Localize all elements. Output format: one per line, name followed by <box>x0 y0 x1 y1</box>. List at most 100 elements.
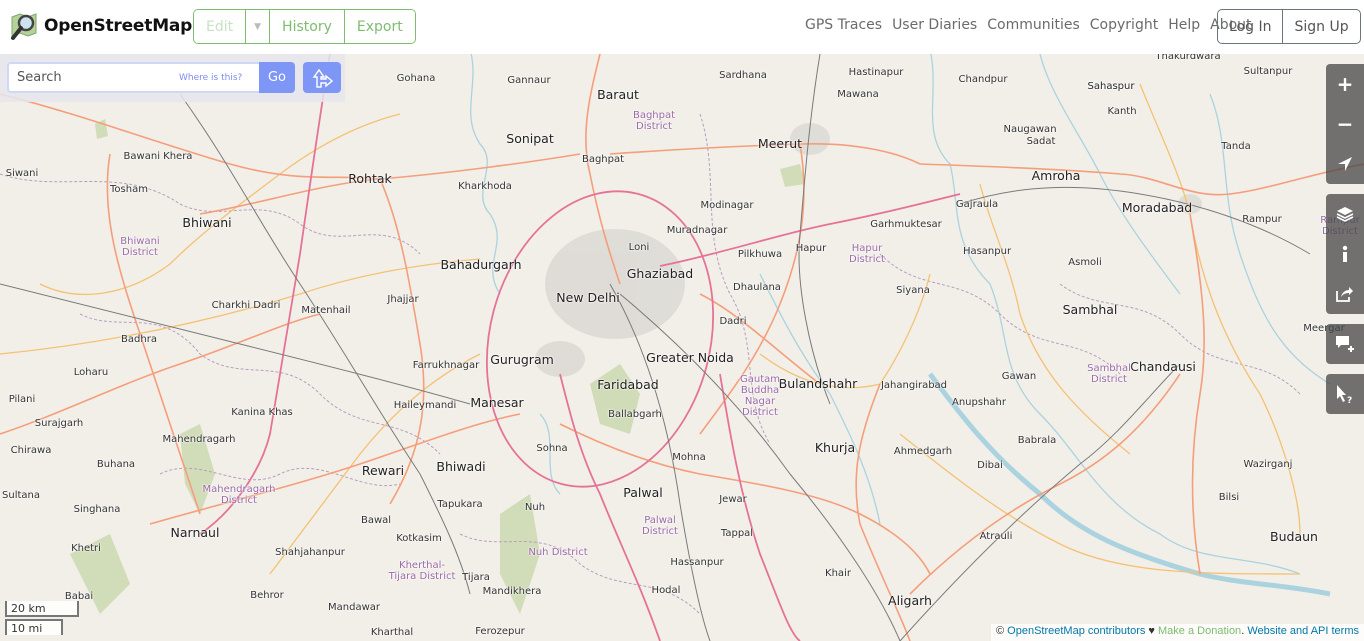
place-label-loni: Loni <box>628 242 650 253</box>
edit-button[interactable]: Edit <box>194 10 246 43</box>
nav-communities[interactable]: Communities <box>987 17 1080 33</box>
place-label-garhmuktesar: Garhmuktesar <box>870 219 942 230</box>
place-label-chirawa: Chirawa <box>10 445 52 456</box>
place-label-kharkhoda: Kharkhoda <box>458 181 512 192</box>
place-label-wazirganj: Wazirganj <box>1243 459 1293 470</box>
share-icon <box>1336 287 1353 302</box>
auth-buttons: Log In Sign Up <box>1217 9 1361 44</box>
place-label-mohna: Mohna <box>672 452 706 463</box>
place-label-siwani: Siwani <box>5 168 39 179</box>
zoom-in-button[interactable]: + <box>1326 64 1364 104</box>
place-label-narnaul: Narnaul <box>170 525 220 540</box>
brand-name: OpenStreetMap <box>44 16 193 36</box>
history-button[interactable]: History <box>269 10 344 43</box>
place-label-bawani-khera: Bawani Khera <box>123 151 193 162</box>
osm-magnifier-icon <box>10 11 38 41</box>
place-label-ahmedgarh: Ahmedgarh <box>893 446 953 457</box>
place-label-khair: Khair <box>825 568 851 579</box>
place-label-gautam-buddha-nagar-district: Gautam Buddha Nagar District <box>739 374 781 418</box>
place-label-greater-noida: Greater Noida <box>646 350 734 365</box>
place-label-singhana: Singhana <box>73 504 121 515</box>
place-label-sadat: Sadat <box>1026 136 1056 147</box>
query-features-button[interactable]: ? <box>1326 374 1364 414</box>
secondary-roads <box>0 54 1364 641</box>
directions-icon <box>312 68 333 88</box>
go-button[interactable]: Go <box>259 62 295 93</box>
locate-button[interactable] <box>1326 144 1364 184</box>
attribution: © OpenStreetMap contributors ♥ Make a Do… <box>991 624 1364 641</box>
nav-gps-traces[interactable]: GPS Traces <box>805 17 882 33</box>
place-label-moradabad: Moradabad <box>1121 200 1193 215</box>
place-label-chandpur: Chandpur <box>958 74 1008 85</box>
railways <box>0 54 1311 641</box>
plus-icon: + <box>1336 72 1354 96</box>
place-label-aligarh: Aligarh <box>888 593 932 608</box>
place-label-tosham: Tosham <box>110 184 148 195</box>
where-is-this-link[interactable]: Where is this? <box>179 73 242 83</box>
place-label-gohana: Gohana <box>396 73 436 84</box>
place-label-sahaspur: Sahaspur <box>1087 81 1135 92</box>
place-label-gannaur: Gannaur <box>507 75 551 86</box>
place-label-hastinapur: Hastinapur <box>848 67 904 78</box>
place-label-jhajjar: Jhajjar <box>387 294 419 305</box>
place-label-badhra: Badhra <box>121 334 157 345</box>
place-label-tanda: Tanda <box>1221 141 1251 152</box>
place-label-sultana: Sultana <box>2 490 40 501</box>
layers-button[interactable] <box>1326 194 1364 234</box>
edit-dropdown-button[interactable]: ▼ <box>245 10 270 43</box>
place-label-hassanpur: Hassanpur <box>670 557 724 568</box>
place-label-baghpat: Baghpat <box>581 154 625 165</box>
share-button[interactable] <box>1326 274 1364 314</box>
place-label-siyana: Siyana <box>896 285 930 296</box>
place-label-bawal: Bawal <box>360 515 392 526</box>
place-label-dhaulana: Dhaulana <box>733 282 781 293</box>
place-label-kanina-khas: Kanina Khas <box>231 407 293 418</box>
nav-help[interactable]: Help <box>1168 17 1200 33</box>
contributors-link[interactable]: OpenStreetMap contributors <box>1007 625 1145 637</box>
search-panel: Where is this? Go <box>0 54 345 102</box>
place-label-ghaziabad: Ghaziabad <box>626 266 694 281</box>
place-label-sambhal: Sambhal <box>1062 302 1118 317</box>
place-label-bulandshahr: Bulandshahr <box>778 376 858 391</box>
place-label-gajraula: Gajraula <box>955 199 999 210</box>
place-label-mandawar: Mandawar <box>328 602 380 613</box>
copyright-symbol: © <box>996 625 1005 637</box>
place-label-amroha: Amroha <box>1031 168 1081 183</box>
login-button[interactable]: Log In <box>1218 10 1282 43</box>
map-canvas[interactable]: Rohtak Bhiwani Sonipat Baraut Meerut Bahadurg… <box>0 54 1364 641</box>
zoom-out-button[interactable]: − <box>1326 104 1364 144</box>
nav-user-diaries[interactable]: User Diaries <box>892 17 977 33</box>
terms-link[interactable]: Website and API terms <box>1247 625 1359 637</box>
place-label-sultanpur: Sultanpur <box>1243 66 1293 77</box>
scale-km: 20 km <box>5 601 79 617</box>
nav-copyright[interactable]: Copyright <box>1090 17 1158 33</box>
search-input[interactable] <box>9 70 179 85</box>
place-label-asmoli: Asmoli <box>1068 257 1102 268</box>
place-label-chandausi: Chandausi <box>1130 359 1196 374</box>
place-label-new-delhi: New Delhi <box>556 290 620 305</box>
place-label-bhiwani: Bhiwani <box>182 215 232 230</box>
query-controls: ? <box>1326 374 1364 414</box>
place-label-thakurdwara: Thakurdwara <box>1155 54 1221 62</box>
place-label-kharthal: Kharthal <box>370 627 414 638</box>
layers-icon <box>1336 207 1354 222</box>
place-label-hapur: Hapur <box>795 243 827 254</box>
svg-text:?: ? <box>1347 396 1352 404</box>
place-label-haileymandi: Haileymandi <box>393 400 457 411</box>
place-label-bilsi: Bilsi <box>1218 492 1240 503</box>
place-label-kherthal-tijara-district: Kherthal- Tijara District <box>388 560 456 582</box>
add-note-button[interactable] <box>1326 324 1364 364</box>
place-label-sohna: Sohna <box>536 443 568 454</box>
place-label-ferozepur: Ferozepur <box>475 626 525 637</box>
heart-icon: ♥ <box>1148 625 1155 637</box>
signup-button[interactable]: Sign Up <box>1282 10 1359 43</box>
brand-logo[interactable]: OpenStreetMap <box>10 11 192 41</box>
place-label-gurugram: Gurugram <box>490 352 554 367</box>
search-box: Where is this? <box>7 62 260 93</box>
directions-button[interactable] <box>303 62 341 93</box>
donation-link[interactable]: Make a Donation <box>1158 625 1241 637</box>
place-label-mahendragarh: Mahendragarh <box>162 434 236 445</box>
map-key-button[interactable] <box>1326 234 1364 274</box>
zoom-controls: + − <box>1326 64 1364 184</box>
export-button[interactable]: Export <box>343 10 415 43</box>
